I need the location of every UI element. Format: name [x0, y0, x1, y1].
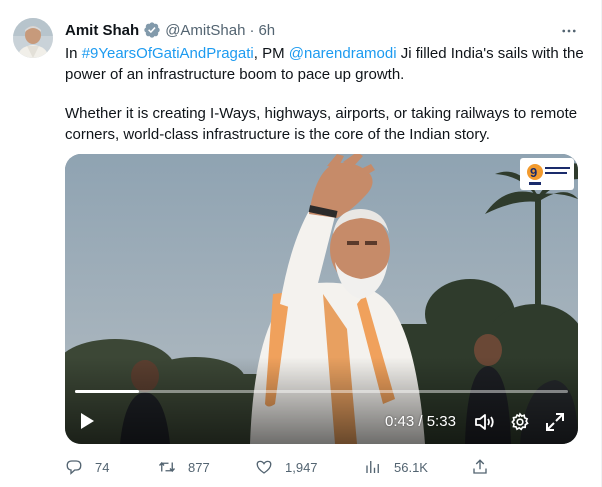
more-icon[interactable] [558, 21, 580, 41]
share-button[interactable] [471, 457, 501, 477]
like-button[interactable]: 1,947 [255, 457, 318, 477]
mention-link[interactable]: @narendramodi [289, 45, 397, 62]
retweet-count: 877 [188, 459, 210, 475]
views-button[interactable]: 56.1K [364, 457, 428, 477]
tweet-text: In #9YearsOfGatiAndPragati, PM @narendra… [65, 43, 590, 145]
tweet-paragraph-1: In #9YearsOfGatiAndPragati, PM @narendra… [65, 43, 590, 85]
views-icon [366, 461, 379, 473]
video-time: 0:43 / 5:33 [385, 413, 456, 430]
text-mid: , PM [253, 45, 289, 62]
play-icon[interactable] [79, 412, 95, 430]
like-count: 1,947 [285, 459, 318, 475]
avatar[interactable] [13, 18, 53, 58]
like-icon [256, 460, 272, 474]
video-progress-fill [75, 390, 139, 393]
author-name[interactable]: Amit Shah [65, 22, 139, 39]
author-handle[interactable]: @AmitShah [165, 22, 245, 39]
views-count: 56.1K [394, 459, 428, 475]
reply-count: 74 [95, 459, 110, 475]
tweet-actions: 74 877 1,947 56.1K [65, 457, 493, 477]
tweet-paragraph-2: Whether it is creating I-Ways, highways,… [65, 105, 578, 143]
text-prefix: In [65, 45, 82, 62]
tweet-timestamp[interactable]: 6h [258, 22, 275, 39]
tweet-header: Amit Shah @AmitShah · 6h [65, 20, 275, 40]
video-frame: 9 [65, 154, 578, 444]
fullscreen-icon[interactable] [545, 412, 565, 432]
retweet-icon [158, 461, 176, 473]
tweet-card[interactable]: Amit Shah @AmitShah · 6h In #9YearsOfGat… [0, 0, 602, 487]
video-time-separator: / [418, 413, 423, 430]
reply-button[interactable]: 74 [65, 457, 109, 477]
volume-icon[interactable] [474, 412, 496, 432]
share-icon [473, 459, 487, 474]
video-elapsed: 0:43 [385, 413, 415, 430]
hashtag-link[interactable]: #9YearsOfGatiAndPragati [82, 45, 254, 62]
verified-badge-icon[interactable] [143, 21, 161, 39]
reply-icon [66, 460, 82, 475]
video-player[interactable]: 9 0:43 / 5:33 [65, 154, 578, 444]
video-duration: 5:33 [426, 413, 456, 430]
avatar-image [13, 18, 53, 58]
video-progress-bar[interactable] [75, 390, 568, 393]
header-separator: · [249, 21, 255, 39]
retweet-button[interactable]: 877 [158, 457, 210, 477]
settings-icon[interactable] [510, 412, 530, 432]
